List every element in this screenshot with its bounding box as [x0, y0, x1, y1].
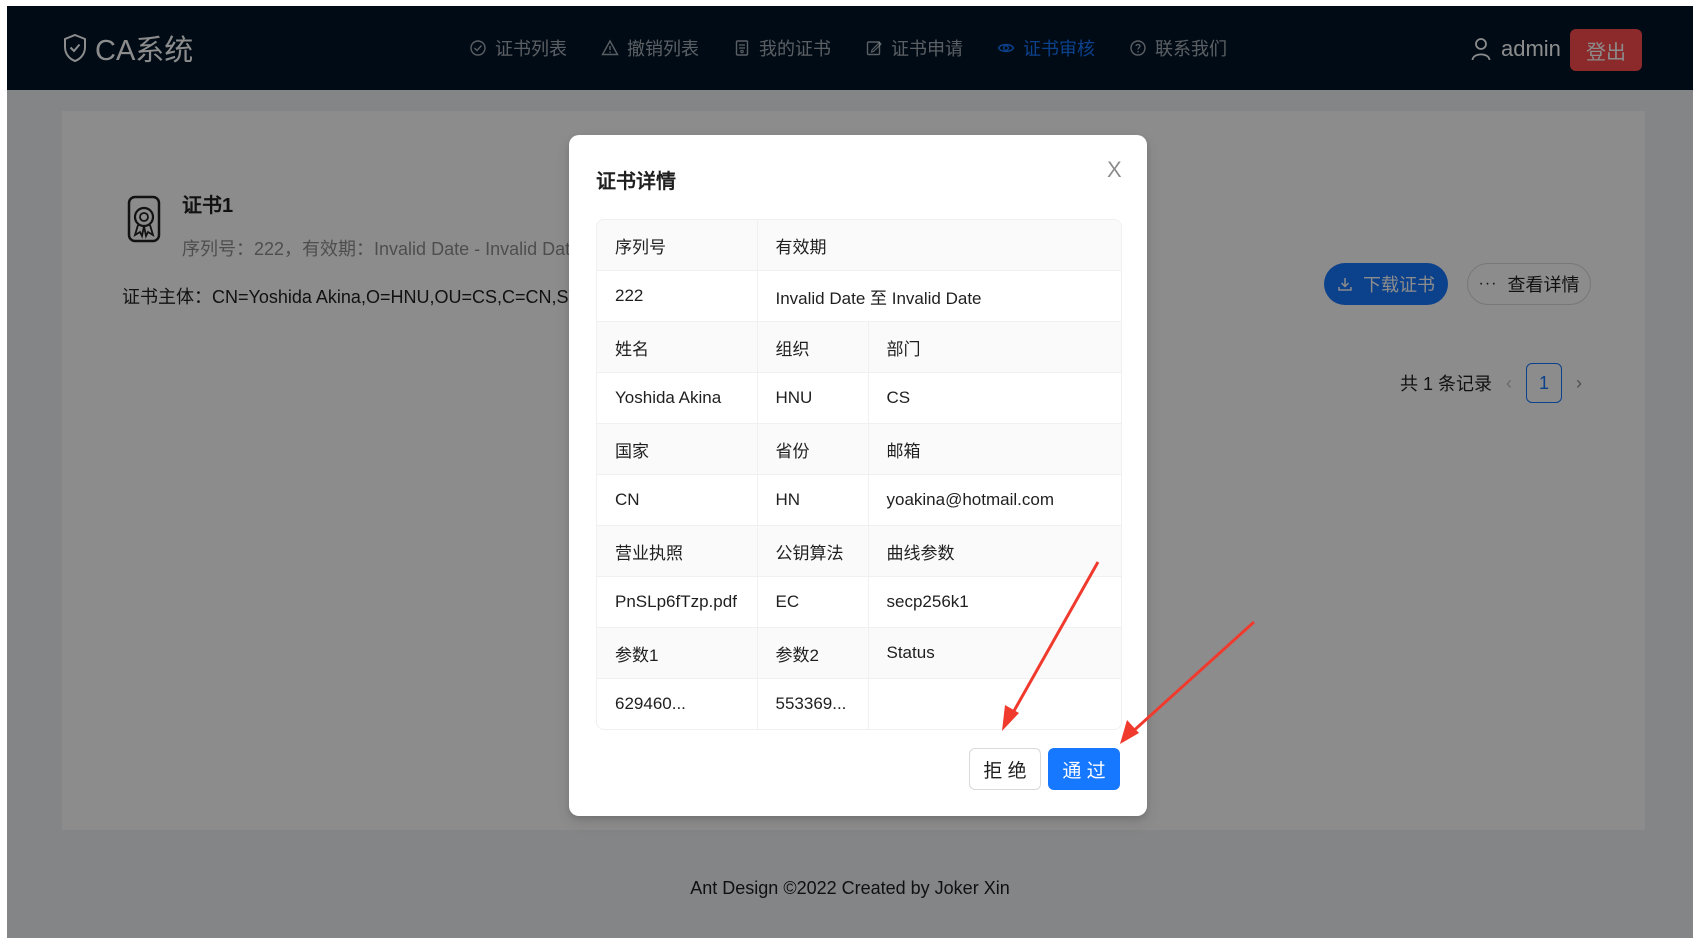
- table-row: 国家 省份 邮箱: [597, 423, 1121, 475]
- curve-label: 曲线参数: [868, 525, 1121, 577]
- serial-label: 序列号: [597, 220, 758, 271]
- algo-value: EC: [757, 576, 869, 628]
- table-row: 629460... 553369...: [597, 678, 1121, 730]
- email-label: 邮箱: [868, 423, 1121, 475]
- param2-value: 553369...: [757, 678, 869, 729]
- validity-label: 有效期: [757, 220, 1121, 271]
- province-label: 省份: [757, 423, 869, 475]
- license-file-link[interactable]: PnSLp6fTzp.pdf: [597, 576, 758, 628]
- validity-value: Invalid Date 至 Invalid Date: [757, 270, 1121, 322]
- modal-title: 证书详情: [596, 171, 676, 193]
- status-value: [868, 679, 1121, 730]
- close-icon[interactable]: X: [1107, 157, 1122, 183]
- org-value: HNU: [757, 372, 869, 424]
- province-value: HN: [757, 474, 869, 526]
- reject-button[interactable]: 拒 绝: [969, 748, 1041, 790]
- status-label: Status: [868, 627, 1121, 679]
- table-row: 序列号 有效期: [597, 220, 1121, 271]
- app-window: CA系统 证书列表 撤销列表 我的证书 证书申请 证书审核 联系我们 admin…: [7, 6, 1693, 938]
- table-row: 姓名 组织 部门: [597, 321, 1121, 373]
- algo-label: 公钥算法: [757, 525, 869, 577]
- param1-value: 629460...: [597, 678, 758, 729]
- country-label: 国家: [597, 423, 758, 475]
- email-value: yoakina@hotmail.com: [868, 474, 1121, 526]
- approve-button[interactable]: 通 过: [1048, 748, 1120, 790]
- dept-value: CS: [868, 372, 1121, 424]
- country-value: CN: [597, 474, 758, 526]
- table-row: PnSLp6fTzp.pdf EC secp256k1: [597, 576, 1121, 628]
- cert-detail-table: 序列号 有效期 222 Invalid Date 至 Invalid Date …: [596, 219, 1122, 730]
- table-row: Yoshida Akina HNU CS: [597, 372, 1121, 424]
- table-row: 222 Invalid Date 至 Invalid Date: [597, 270, 1121, 322]
- table-row: CN HN yoakina@hotmail.com: [597, 474, 1121, 526]
- param1-label: 参数1: [597, 627, 758, 679]
- name-value: Yoshida Akina: [597, 372, 758, 424]
- table-row: 参数1 参数2 Status: [597, 627, 1121, 679]
- table-row: 营业执照 公钥算法 曲线参数: [597, 525, 1121, 577]
- param2-label: 参数2: [757, 627, 869, 679]
- license-label: 营业执照: [597, 525, 758, 577]
- name-label: 姓名: [597, 321, 758, 373]
- org-label: 组织: [757, 321, 869, 373]
- cert-detail-modal: 证书详情 X 序列号 有效期 222 Invalid Date 至 Invali…: [569, 135, 1147, 816]
- curve-value: secp256k1: [868, 576, 1121, 628]
- dept-label: 部门: [868, 321, 1121, 373]
- serial-value: 222: [597, 270, 758, 322]
